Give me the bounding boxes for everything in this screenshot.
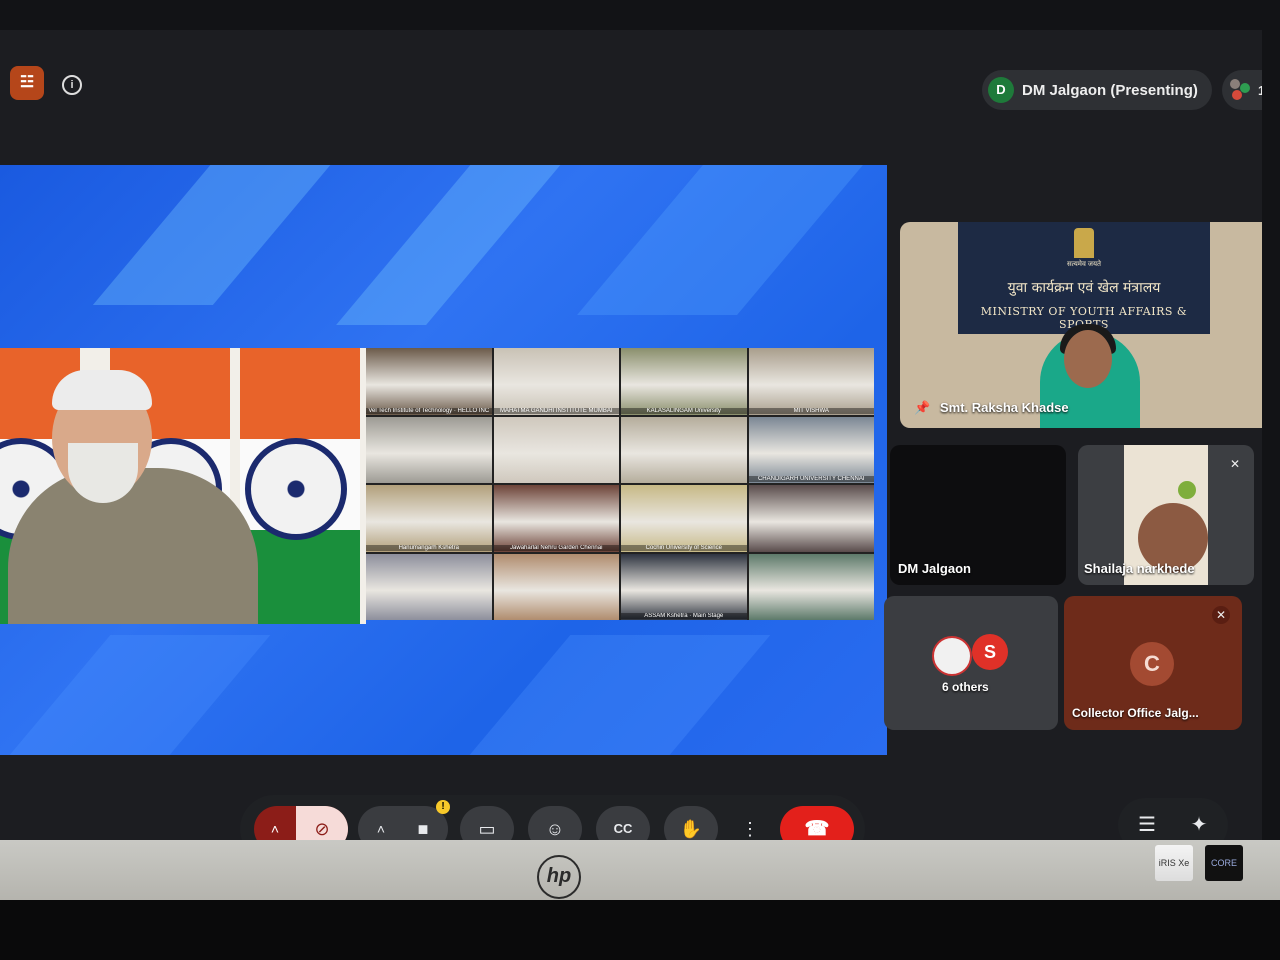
venue-caption: Cochin University of Science	[621, 544, 747, 551]
venue-tile: CHANDIGARH UNIVERSITY CHENNAI	[748, 416, 874, 483]
shared-screen: Vel Tech Institute of Technology · HELLO…	[0, 165, 887, 755]
venue-tile: MAHATMA GANDHI INSTITUTE MUMBAI	[493, 348, 619, 415]
participant-name: Shailaja narkhede	[1084, 561, 1195, 576]
avatar: S	[972, 634, 1008, 670]
speaker-body	[8, 468, 258, 624]
venue-tile	[493, 416, 619, 483]
monitor-bezel	[0, 840, 1280, 900]
presenter-label: DM Jalgaon (Presenting)	[1022, 81, 1198, 99]
venue-tile: Jawaharlal Nehru Garden Chennai	[493, 485, 619, 552]
meeting-app-icon[interactable]: ☳	[10, 66, 44, 100]
venue-tile: KALASALINGAM University	[621, 348, 747, 415]
pin-icon[interactable]: 📌	[914, 400, 930, 415]
participant-tile-shailaja[interactable]: ✕ Shailaja narkhede	[1078, 445, 1254, 585]
avatar: C	[1130, 642, 1174, 686]
venue-caption: ASSAM Kshetra · Main Stage	[621, 613, 747, 619]
others-label: 6 others	[942, 680, 989, 694]
venue-tile	[493, 553, 619, 620]
desk-surface	[0, 900, 1280, 960]
participant-tile-others[interactable]: S 6 others	[884, 596, 1058, 730]
venue-tile	[748, 553, 874, 620]
venue-tile: Hanumangarh Kshetra	[366, 485, 492, 552]
hp-logo: hp	[537, 855, 581, 899]
venue-caption: MAHATMA GANDHI INSTITUTE MUMBAI	[493, 407, 619, 414]
venue-mosaic: Vel Tech Institute of Technology · HELLO…	[366, 348, 874, 620]
participant-name: Smt. Raksha Khadse	[940, 400, 1069, 415]
venue-caption: Jawaharlal Nehru Garden Chennai	[493, 544, 619, 551]
participants-icon	[1230, 79, 1252, 101]
presenter-chip[interactable]: D DM Jalgaon (Presenting)	[982, 70, 1212, 110]
participant-count: 11	[1258, 82, 1262, 98]
meet-screen: ☳ i D DM Jalgaon (Presenting) 11	[0, 30, 1262, 850]
participant-tile-featured[interactable]: सत्यमेव जयते युवा कार्यक्रम एवं खेल मंत्…	[900, 222, 1262, 428]
people-button[interactable]: 11	[1222, 70, 1262, 110]
processor-sticker: CORE	[1205, 845, 1243, 881]
graphics-sticker: iRIS Xe	[1155, 845, 1193, 881]
national-emblem	[1074, 228, 1094, 258]
emblem-caption: सत्यमेव जयते	[1066, 261, 1102, 268]
participant-tile-collector[interactable]: C ✕ Collector Office Jalg...	[1064, 596, 1242, 730]
ministry-signboard: सत्यमेव जयते युवा कार्यक्रम एवं खेल मंत्…	[958, 222, 1210, 334]
venue-tile	[366, 553, 492, 620]
venue-tile: MIT VISHWA	[748, 348, 874, 415]
venue-caption: Vel Tech Institute of Technology · HELLO…	[366, 407, 492, 414]
avatar	[932, 636, 972, 676]
venue-caption: Hanumangarh Kshetra	[366, 544, 492, 551]
speaker-video	[0, 348, 366, 624]
venue-tile	[621, 416, 747, 483]
venue-tile: Cochin University of Science	[621, 485, 747, 552]
mic-off-icon: ✕	[1212, 606, 1230, 624]
warning-icon: !	[436, 800, 450, 814]
venue-caption: KALASALINGAM University	[621, 407, 747, 414]
presenter-avatar: D	[988, 77, 1014, 103]
info-icon[interactable]: i	[62, 75, 82, 95]
venue-tile: ASSAM Kshetra · Main Stage	[621, 553, 747, 620]
venue-tile	[748, 485, 874, 552]
venue-tile	[366, 416, 492, 483]
venue-caption: MIT VISHWA	[748, 407, 874, 414]
ministry-name-hindi: युवा कार्यक्रम एवं खेल मंत्रालय	[1007, 280, 1161, 296]
venue-caption: CHANDIGARH UNIVERSITY CHENNAI	[748, 476, 874, 482]
venue-tile: Vel Tech Institute of Technology · HELLO…	[366, 348, 492, 415]
participant-tile-dm-jalgaon[interactable]: DM Jalgaon	[890, 445, 1066, 585]
mic-off-icon: ✕	[1229, 457, 1241, 471]
participant-name: Collector Office Jalg...	[1072, 706, 1199, 720]
participant-name: DM Jalgaon	[898, 561, 971, 576]
